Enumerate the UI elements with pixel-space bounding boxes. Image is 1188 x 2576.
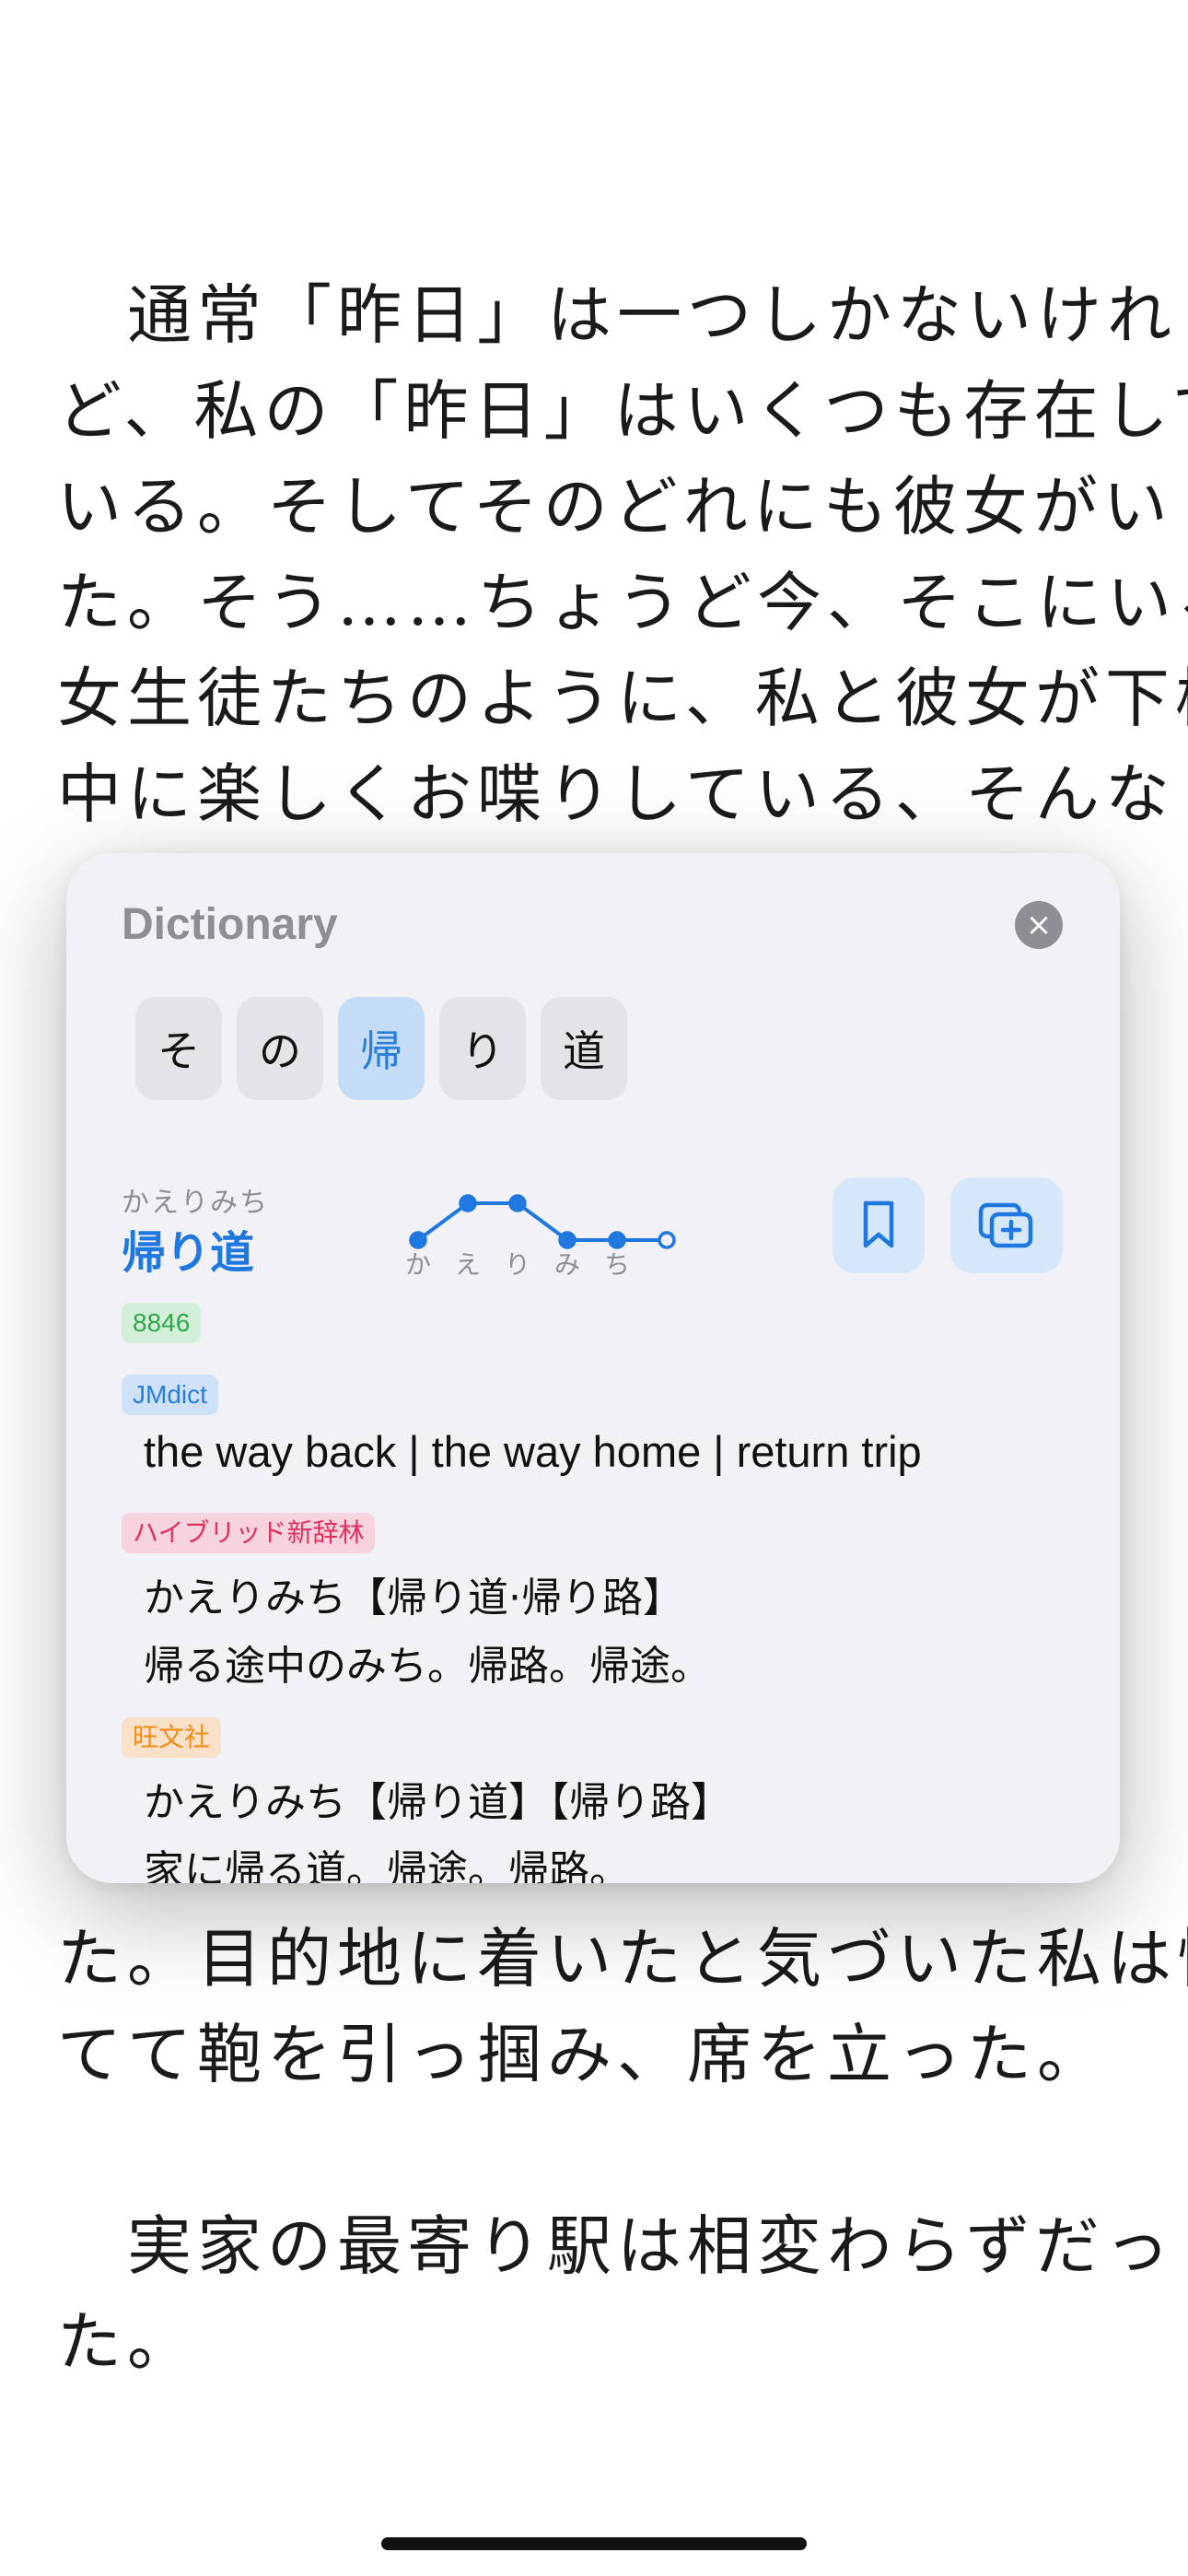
pitch-dot	[508, 1194, 527, 1212]
dictionary-tag-hybrid-shinjirin[interactable]: ハイブリッド新辞林	[122, 1513, 376, 1553]
pitch-mora-label: み	[554, 1249, 580, 1277]
pitch-segment	[516, 1201, 569, 1242]
definition-text: the way back | the way home | return tri…	[144, 1427, 922, 1476]
bookmark-icon	[863, 1200, 894, 1248]
definition-text: 家に帰る道。帰途。帰路。	[144, 1847, 630, 1883]
definition-text: かえりみち【帰り道】【帰り路】	[144, 1779, 731, 1826]
reader-line: 女生徒たちのように、私と彼女が下校	[57, 661, 1188, 736]
pitch-mora-label: ち	[604, 1249, 630, 1277]
reader-line: た。そう……ちょうど今、そこにいる	[57, 565, 1188, 640]
reader-screen: 通常「昨日」は一つしかないけれ ど、私の「昨日」はいくつも存在して いる。そして…	[0, 0, 1188, 2576]
add-card-icon	[978, 1202, 1033, 1248]
pitch-accent-labels: かえりみち	[405, 1249, 630, 1277]
pitch-dot	[608, 1231, 626, 1249]
dictionary-tag-obunsha[interactable]: 旺文社	[122, 1717, 222, 1758]
reader-line: た。	[57, 2304, 197, 2380]
dictionary-popup: Dictionary × そ の 帰 り 道 かえりみち 帰り道 かえりみち 8…	[66, 853, 1120, 1883]
token-button[interactable]: 道	[541, 997, 627, 1100]
popup-title: Dictionary	[122, 900, 338, 949]
token-button-selected[interactable]: 帰	[338, 997, 425, 1100]
dictionary-tag-jmdict[interactable]: JMdict	[122, 1375, 218, 1415]
definition-text: 帰る途中のみち。帰路。帰途。	[144, 1643, 711, 1690]
pitch-accent-graph: かえりみち	[405, 1194, 676, 1277]
token-button[interactable]: り	[439, 997, 526, 1100]
reader-line: 通常「昨日」は一つしかないけれ	[57, 277, 1177, 353]
home-indicator[interactable]	[381, 2537, 807, 2550]
pitch-mora-label: か	[405, 1249, 431, 1277]
reader-line: 中に楽しくお喋りしている、そんな	[57, 756, 1175, 832]
close-button[interactable]: ×	[1015, 901, 1063, 949]
reader-line: いる。そしてそのどれにも彼女がい	[57, 469, 1173, 544]
token-button[interactable]: そ	[135, 997, 222, 1100]
entry-headword: 帰り道	[122, 1227, 255, 1279]
token-button[interactable]: の	[237, 997, 323, 1100]
reader-line: た。目的地に着いたと気づいた私は慌	[57, 1921, 1188, 1996]
pitch-dot	[558, 1231, 577, 1249]
bookmark-button[interactable]	[833, 1177, 925, 1273]
reader-line: てて鞄を引っ掴み、席を立った。	[57, 2017, 1107, 2092]
add-to-deck-button[interactable]	[950, 1177, 1063, 1273]
pitch-particle-dot	[658, 1231, 676, 1249]
close-icon: ×	[1025, 907, 1053, 943]
pitch-dot	[459, 1194, 477, 1212]
pitch-mora-label: え	[455, 1249, 481, 1277]
reader-line: 実家の最寄り駅は相変わらずだっ	[57, 2208, 1175, 2284]
pitch-mora-label: り	[505, 1249, 530, 1277]
pitch-dot	[409, 1231, 427, 1249]
entry-reading: かえりみち	[122, 1187, 269, 1219]
definition-text: かえりみち【帰り道·帰り路】	[144, 1575, 683, 1622]
token-row: そ の 帰 り 道	[135, 997, 627, 1100]
frequency-badge: 8846	[122, 1303, 202, 1343]
pitch-accent-line	[416, 1201, 667, 1242]
reader-line: ど、私の「昨日」はいくつも存在して	[57, 373, 1188, 449]
pitch-segment	[416, 1201, 470, 1242]
